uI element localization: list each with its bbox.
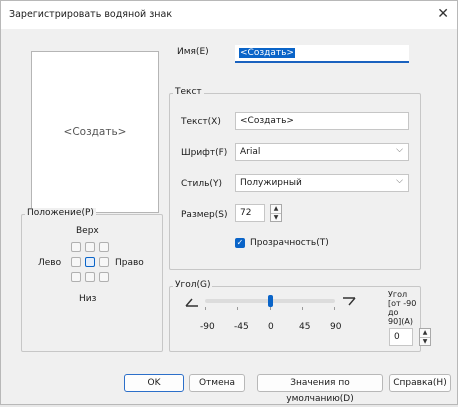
style-select[interactable]: Полужирный ⌵ — [235, 174, 409, 192]
slider-tick — [334, 307, 335, 310]
ok-button[interactable]: OK — [124, 374, 184, 392]
title-bar: Зарегистрировать водяной знак ✕ — [1, 1, 457, 29]
slider-tick — [270, 307, 271, 310]
tick-label: 0 — [268, 322, 274, 332]
triangle-up-icon[interactable]: ▲ — [271, 205, 281, 214]
transparency-label: Прозрачность(T) — [250, 238, 329, 248]
text-input[interactable]: <Создать> — [235, 112, 409, 130]
angle-value-label: Угол [от -90 до 90](A) — [388, 290, 417, 326]
position-bottom-right[interactable] — [99, 272, 109, 282]
name-input[interactable]: <Создать> — [235, 45, 409, 63]
position-bottom-label: Низ — [79, 294, 97, 304]
triangle-down-icon[interactable]: ▼ — [420, 338, 430, 346]
tick-label: 45 — [299, 322, 311, 332]
slider-tick — [237, 307, 238, 310]
rotate-right-icon — [343, 297, 356, 306]
angle-group — [169, 286, 421, 352]
chevron-down-icon: ⌵ — [396, 176, 403, 186]
slider-tick — [302, 307, 303, 310]
size-stepper[interactable]: ▲ ▼ — [270, 204, 282, 222]
position-top-right[interactable] — [99, 242, 109, 252]
style-label: Стиль(Y) — [181, 179, 222, 189]
position-middle-left[interactable] — [71, 257, 81, 267]
font-value: Arial — [240, 147, 261, 157]
position-top-center[interactable] — [85, 242, 95, 252]
name-label: Имя(E) — [177, 47, 209, 57]
font-label: Шрифт(F) — [181, 148, 228, 158]
position-group-label: Положение(P) — [25, 208, 96, 218]
position-right-label: Право — [115, 258, 144, 268]
close-icon[interactable]: ✕ — [437, 6, 449, 22]
position-left-label: Лево — [38, 258, 62, 268]
position-top-left[interactable] — [71, 242, 81, 252]
position-center[interactable] — [85, 257, 95, 267]
position-bottom-center[interactable] — [85, 272, 95, 282]
slider-tick — [205, 307, 206, 310]
transparency-checkbox[interactable]: ✓ — [235, 238, 245, 248]
angle-stepper[interactable]: ▲ ▼ — [419, 328, 431, 346]
watermark-dialog: Зарегистрировать водяной знак ✕ <Создать… — [0, 0, 458, 405]
font-select[interactable]: Arial ⌵ — [235, 143, 409, 161]
position-bottom-left[interactable] — [71, 272, 81, 282]
size-label: Размер(S) — [181, 210, 228, 220]
angle-group-label: Угол(G) — [173, 280, 213, 290]
watermark-preview: <Создать> — [31, 51, 159, 213]
position-top-label: Верх — [76, 226, 99, 236]
triangle-down-icon[interactable]: ▼ — [271, 214, 281, 222]
rotate-left-icon — [185, 298, 198, 307]
triangle-up-icon[interactable]: ▲ — [420, 329, 430, 338]
dialog-title: Зарегистрировать водяной знак — [9, 9, 173, 20]
angle-slider-thumb[interactable] — [268, 295, 273, 307]
name-input-value: <Создать> — [239, 48, 295, 58]
angle-input[interactable]: 0 — [389, 328, 413, 346]
text-group-label: Текст — [173, 87, 204, 97]
text-label: Текст(X) — [181, 117, 221, 127]
tick-label: 90 — [330, 322, 342, 332]
tick-label: -90 — [200, 322, 215, 332]
cancel-button[interactable]: Отмена — [189, 374, 245, 392]
style-value: Полужирный — [240, 178, 302, 188]
defaults-button[interactable]: Значения по умолчанию(D) — [257, 374, 383, 404]
preview-text: <Создать> — [63, 126, 127, 138]
chevron-down-icon: ⌵ — [396, 145, 403, 155]
help-button[interactable]: Справка(H) — [389, 374, 451, 392]
size-input[interactable]: 72 — [235, 204, 265, 222]
position-middle-right[interactable] — [99, 257, 109, 267]
tick-label: -45 — [234, 322, 249, 332]
checkmark-icon: ✓ — [236, 238, 244, 247]
